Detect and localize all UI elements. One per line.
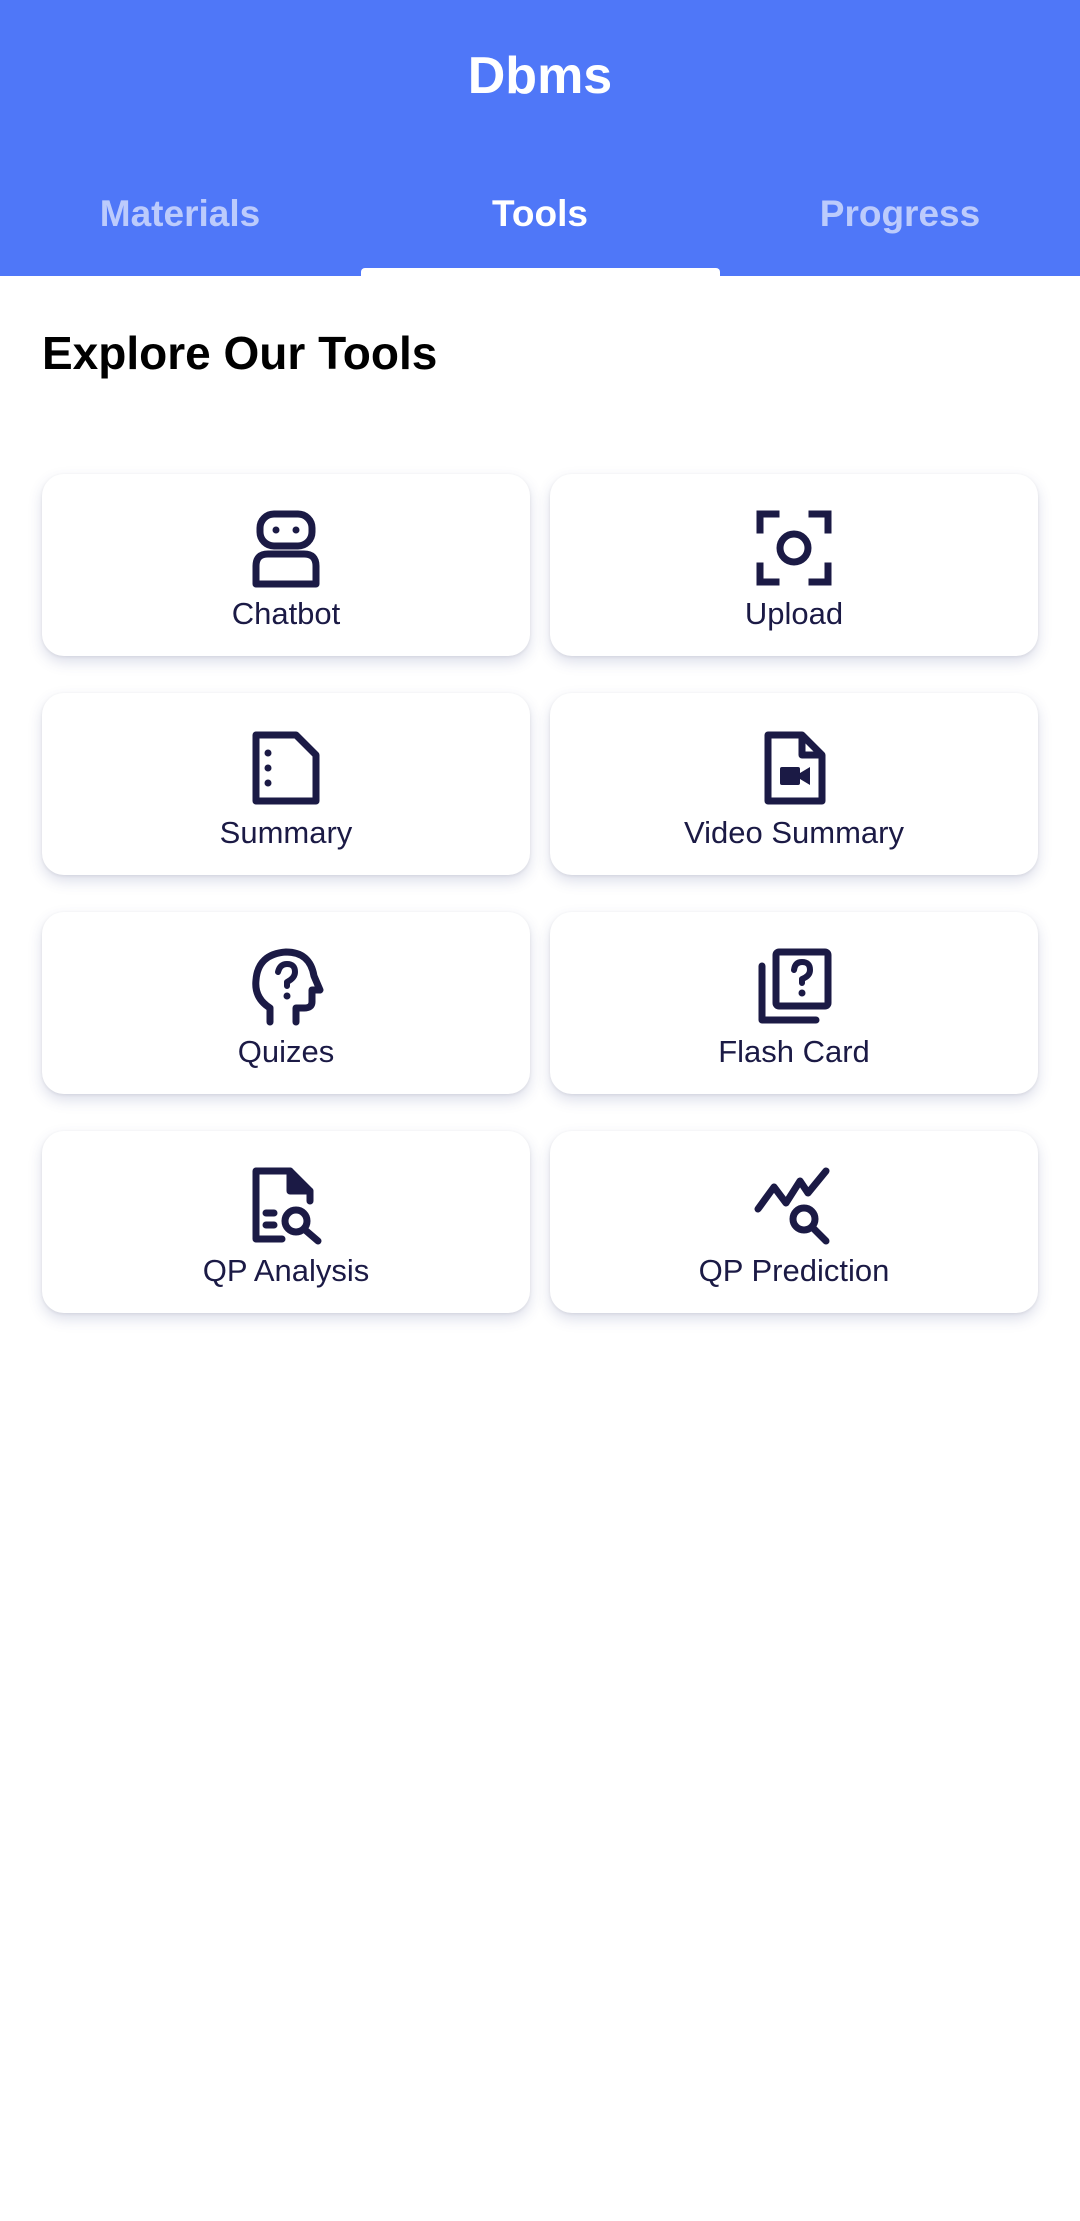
robot-icon [246, 508, 326, 588]
app-header: Dbms Materials Tools Progress [0, 0, 1080, 276]
tab-progress[interactable]: Progress [720, 176, 1080, 276]
head-question-icon [246, 946, 326, 1026]
tool-label: QP Prediction [698, 1253, 890, 1288]
document-list-icon [246, 727, 326, 807]
camera-scan-icon [754, 508, 834, 588]
tool-card-summary[interactable]: Summary [42, 693, 530, 875]
tool-card-quizes[interactable]: Quizes [42, 912, 530, 1094]
document-search-icon [246, 1165, 326, 1245]
active-tab-indicator [361, 268, 720, 276]
tool-label: QP Analysis [202, 1253, 370, 1288]
tool-label: Video Summary [684, 815, 904, 850]
tool-label: Quizes [237, 1034, 335, 1069]
tool-label: Chatbot [231, 596, 341, 631]
tool-card-video-summary[interactable]: Video Summary [550, 693, 1038, 875]
tab-materials[interactable]: Materials [0, 176, 360, 276]
tools-grid: Chatbot Upload Summary Video Summary Qui… [42, 474, 1038, 1313]
tool-card-qp-analysis[interactable]: QP Analysis [42, 1131, 530, 1313]
tool-label: Upload [744, 596, 844, 631]
question-cards-icon [754, 946, 834, 1026]
video-file-icon [754, 727, 834, 807]
tab-tools[interactable]: Tools [360, 176, 720, 276]
tool-label: Flash Card [718, 1034, 870, 1069]
tool-card-flash-card[interactable]: Flash Card [550, 912, 1038, 1094]
page-title: Dbms [467, 47, 613, 105]
tool-card-upload[interactable]: Upload [550, 474, 1038, 656]
tool-card-qp-prediction[interactable]: QP Prediction [550, 1131, 1038, 1313]
tab-bar: Materials Tools Progress [0, 176, 1080, 276]
section-title: Explore Our Tools [42, 327, 438, 379]
tool-card-chatbot[interactable]: Chatbot [42, 474, 530, 656]
tool-label: Summary [219, 815, 353, 850]
trend-search-icon [754, 1165, 834, 1245]
